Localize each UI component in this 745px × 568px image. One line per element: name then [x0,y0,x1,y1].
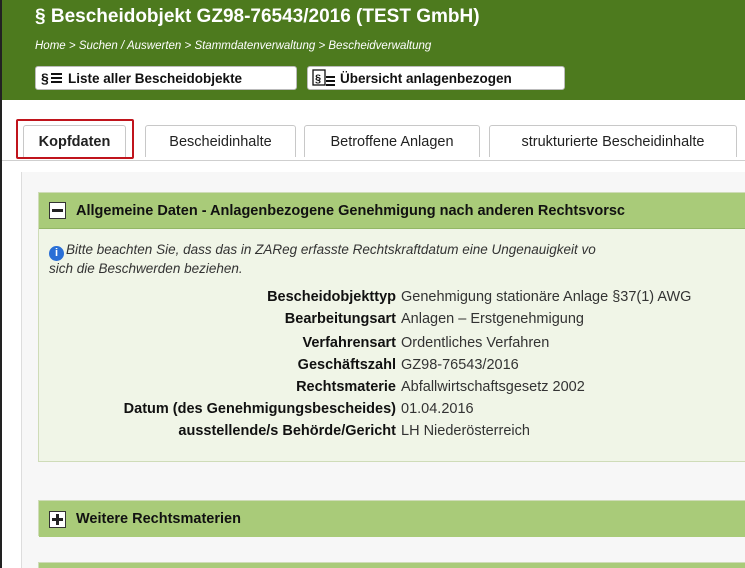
field-value: LH Niederösterreich [401,423,530,439]
field-label: Bescheidobjekttyp [267,289,396,305]
breadcrumb-separator: > [318,40,329,52]
expand-icon[interactable] [49,510,66,528]
field-row: Verfahrensart Ordentliches Verfahren [39,335,745,355]
field-label: Geschäftszahl [297,357,396,373]
field-label: Rechtsmaterie [296,379,396,395]
breadcrumb-separator: > [184,40,195,52]
field-value: Anlagen – Erstgenehmigung [401,311,584,327]
field-row: ausstellende/s Behörde/Gericht LH Nieder… [39,423,745,443]
field-value: Ordentliches Verfahren [401,335,550,351]
list-all-objects-label: Liste aller Bescheidobjekte [68,70,243,86]
field-label: Bearbeitungsart [284,311,396,327]
next-panel-header[interactable] [38,562,745,568]
tab-betroffene-anlagen[interactable]: Betroffene Anlagen [304,125,480,157]
page-header: § Bescheidobjekt GZ98-76543/2016 (TEST G… [2,0,745,100]
overview-plant-label: Übersicht anlagenbezogen [340,70,512,86]
document-list-icon: § [312,69,336,87]
breadcrumb: Home > Suchen / Auswerten > Stammdatenve… [35,40,431,52]
note-text-line2: sich die Beschwerden beziehen. [49,261,243,276]
field-row: Geschäftszahl GZ98-76543/2016 [39,357,745,377]
field-label: Verfahrensart [302,335,397,351]
tab-kopfdaten[interactable]: Kopfdaten [23,125,126,157]
tab-bescheidinhalte[interactable]: Bescheidinhalte [145,125,296,157]
info-note: i Bitte beachten Sie, dass das in ZAReg e… [49,242,745,277]
field-row: Datum (des Genehmigungsbescheides) 01.04… [39,401,745,421]
svg-text:§: § [41,70,49,86]
page-title: § Bescheidobjekt GZ98-76543/2016 (TEST G… [35,6,480,27]
field-value: Genehmigung stationäre Anlage §37(1) AWG [401,289,692,305]
info-icon: i [49,246,64,261]
collapse-icon[interactable] [49,202,66,219]
panel-title: Weitere Rechtsmaterien [76,511,241,527]
panel-header[interactable]: Weitere Rechtsmaterien [39,501,745,537]
list-all-objects-button[interactable]: § Liste aller Bescheidobjekte [35,66,297,90]
general-data-panel: Allgemeine Daten - Anlagenbezogene Geneh… [38,192,745,462]
svg-text:§: § [315,73,321,85]
app-frame: § Bescheidobjekt GZ98-76543/2016 (TEST G… [0,0,745,568]
further-legal-matters-panel: Weitere Rechtsmaterien [38,500,745,537]
panel-header[interactable]: Allgemeine Daten - Anlagenbezogene Geneh… [39,193,745,229]
paragraph-list-icon: § [40,70,64,86]
field-value: GZ98-76543/2016 [401,357,519,373]
field-row: Bearbeitungsart Anlagen – Erstgenehmigun… [39,311,745,331]
field-row: Rechtsmaterie Abfallwirtschaftsgesetz 20… [39,379,745,399]
breadcrumb-master-data[interactable]: Stammdatenverwaltung [194,40,315,52]
breadcrumb-separator: > [68,40,79,52]
field-row: Bescheidobjekttyp Genehmigung stationäre… [39,289,745,309]
tab-strukturierte-bescheidinhalte[interactable]: strukturierte Bescheidinhalte [489,125,737,157]
breadcrumb-search[interactable]: Suchen / Auswerten [79,40,182,52]
field-label: ausstellende/s Behörde/Gericht [178,423,396,439]
overview-plant-button[interactable]: § Übersicht anlagenbezogen [307,66,565,90]
field-value: 01.04.2016 [401,401,474,417]
note-text-line1: Bitte beachten Sie, dass das in ZAReg er… [66,242,596,257]
breadcrumb-home[interactable]: Home [35,40,66,52]
panel-title: Allgemeine Daten - Anlagenbezogene Geneh… [76,202,625,219]
field-value: Abfallwirtschaftsgesetz 2002 [401,379,585,395]
field-label: Datum (des Genehmigungsbescheides) [123,401,396,417]
breadcrumb-decision-admin[interactable]: Bescheidverwaltung [328,40,431,52]
